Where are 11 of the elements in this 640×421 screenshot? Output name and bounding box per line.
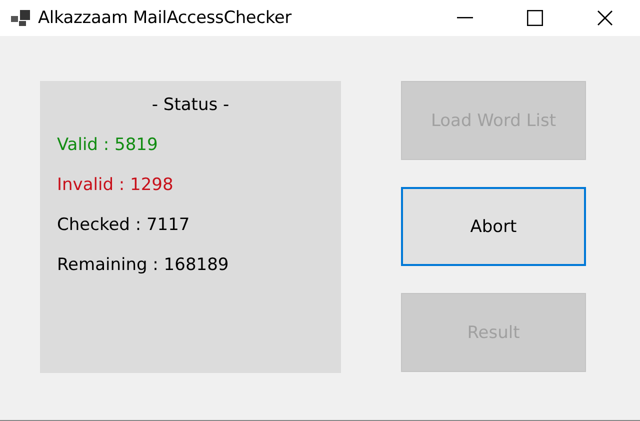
maximize-icon[interactable] bbox=[527, 10, 543, 26]
window-title: Alkazzaam MailAccessChecker bbox=[38, 8, 293, 28]
status-line: Valid : 5819 bbox=[57, 135, 158, 155]
status-line: Checked : 7117 bbox=[57, 215, 190, 235]
status-line: Invalid : 1298 bbox=[57, 175, 174, 195]
app-icon bbox=[11, 10, 30, 26]
action-button[interactable]: Abort bbox=[401, 187, 586, 266]
status-heading: - Status - bbox=[152, 95, 230, 115]
minimize-icon[interactable] bbox=[457, 17, 473, 19]
close-icon[interactable] bbox=[597, 10, 613, 26]
status-line: Remaining : 168189 bbox=[57, 255, 229, 275]
